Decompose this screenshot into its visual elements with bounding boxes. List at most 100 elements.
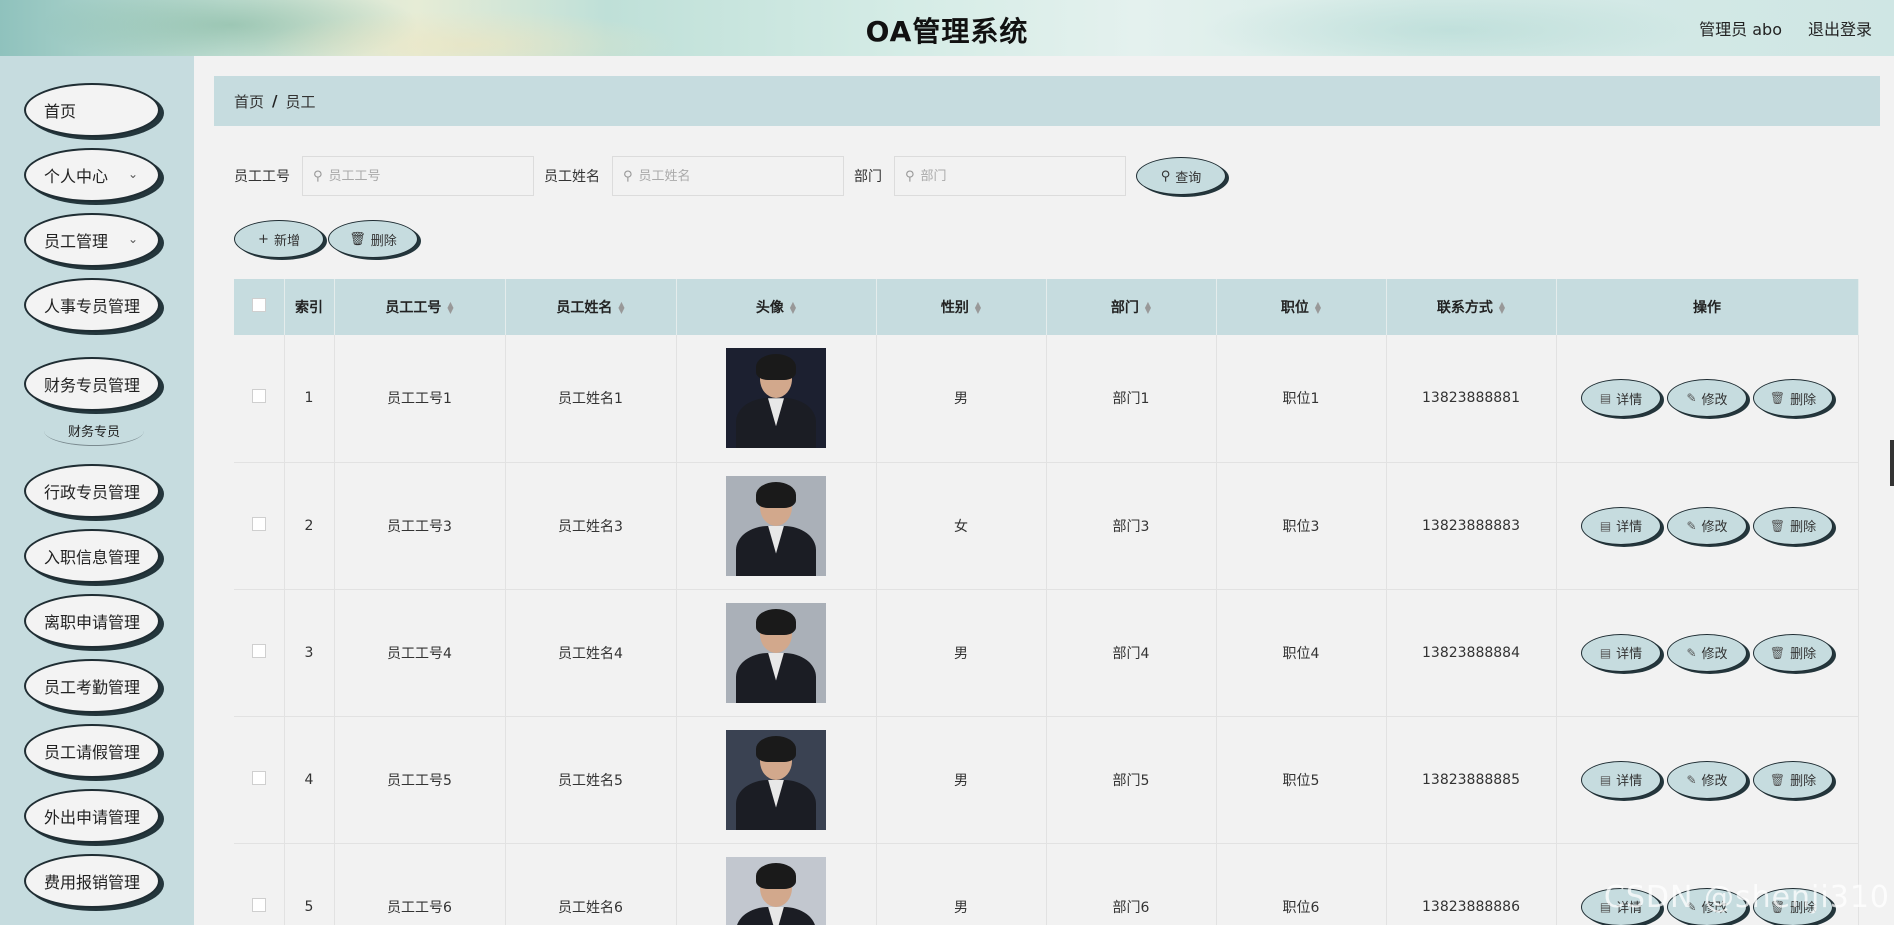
sidebar-item-leave[interactable]: 员工请假管理 (24, 724, 160, 778)
department-field[interactable]: ⚲ (894, 156, 1126, 196)
avatar-cell (676, 589, 877, 717)
employee-table: 索引 员工工号 ▲ ▼ 员工姓名 ▲ ▼ 头像 ▲ ▼ 性别 ▲ ▼ 部门 ▲ ▼ 职位 ▲ ▼ 联系方… (234, 279, 1859, 925)
trash-icon: 🗑 (1769, 391, 1786, 406)
department-cell: 部门5 (1046, 716, 1217, 844)
row-actions: ▤ 详情 ✎ 修改 🗑 删除 (1557, 760, 1858, 799)
detail-button[interactable]: ▤ 详情 (1581, 506, 1661, 545)
column-header-index: 索引 (284, 279, 335, 335)
avatar-cell (676, 462, 877, 590)
delete-button[interactable]: 🗑 删除 (1753, 760, 1833, 799)
row-checkbox[interactable] (251, 643, 266, 658)
edit-button[interactable]: ✎ 修改 (1667, 760, 1747, 799)
trash-icon: 🗑 (1769, 645, 1786, 660)
detail-button-label: 详情 (1616, 774, 1643, 789)
trash-icon: 🗑 (1769, 772, 1786, 787)
sidebar-item-attendance[interactable]: 员工考勤管理 (24, 659, 160, 713)
actions-cell: ▤ 详情 ✎ 修改 🗑 删除 (1556, 716, 1859, 844)
sort-icon[interactable]: ▲ ▼ (1499, 301, 1505, 315)
sort-icon[interactable]: ▲ ▼ (447, 301, 453, 315)
row-checkbox[interactable] (251, 516, 266, 531)
query-button[interactable]: ⚲ 查询 (1136, 157, 1226, 195)
sidebar-item-expense[interactable]: 费用报销管理 (24, 854, 160, 908)
breadcrumb-home[interactable]: 首页 (234, 91, 264, 112)
gender-cell: 男 (876, 335, 1047, 463)
row-select-cell (234, 589, 285, 717)
sidebar-item-label: 离职申请管理 (44, 613, 141, 632)
sidebar-item-personal-center[interactable]: 个人中心 ⌄ (24, 148, 160, 202)
column-header-label: 性别 (940, 300, 969, 316)
edit-button[interactable]: ✎ 修改 (1667, 379, 1747, 418)
column-header-gender[interactable]: 性别 ▲ ▼ (876, 279, 1047, 335)
column-header-avatar[interactable]: 头像 ▲ ▼ (676, 279, 877, 335)
row-actions: ▤ 详情 ✎ 修改 🗑 删除 (1557, 379, 1858, 418)
position-cell: 职位6 (1216, 843, 1387, 925)
avatar-cell (676, 335, 877, 463)
sidebar-item-admin-management[interactable]: 行政专员管理 (24, 464, 160, 518)
row-checkbox[interactable] (251, 770, 266, 785)
delete-button-label: 删除 (1790, 392, 1817, 408)
delete-button[interactable]: 🗑 删除 (1753, 506, 1833, 545)
sort-icon[interactable]: ▲ ▼ (1315, 301, 1321, 315)
department-input[interactable] (920, 168, 1111, 184)
column-header-phone[interactable]: 联系方式 ▲ ▼ (1386, 279, 1557, 335)
sidebar-item-hr-management[interactable]: 人事专员管理 (24, 278, 160, 332)
avatar (726, 475, 826, 576)
column-header-position[interactable]: 职位 ▲ ▼ (1216, 279, 1387, 335)
add-button[interactable]: + 新增 (234, 220, 324, 258)
employee-id-field[interactable]: ⚲ (302, 156, 534, 196)
table-row[interactable]: 3 员工工号4 员工姓名4 男部门4 职位4 13823888884 ▤ 详情 ✎ 修改 🗑 删除 (234, 589, 1859, 717)
detail-button[interactable]: ▤ 详情 (1581, 633, 1661, 672)
delete-button[interactable]: 🗑 删除 (1753, 379, 1833, 418)
employee-name-field[interactable]: ⚲ (612, 156, 844, 196)
logout-link[interactable]: 退出登录 (1808, 16, 1872, 40)
table-row[interactable]: 2 员工工号3 员工姓名3 女部门3 职位3 13823888883 ▤ 详情 ✎ 修改 🗑 删除 (234, 462, 1859, 590)
sort-icon[interactable]: ▲ ▼ (790, 301, 796, 315)
submenu-item-finance-staff[interactable]: 财务专员 (44, 416, 144, 446)
employee-id-cell: 员工工号6 (334, 843, 506, 925)
sidebar-item-onboarding[interactable]: 入职信息管理 (24, 529, 160, 583)
column-header-employee-name[interactable]: 员工姓名 ▲ ▼ (505, 279, 677, 335)
sort-icon[interactable]: ▲ ▼ (618, 301, 624, 315)
search-icon: ⚲ (623, 168, 633, 184)
batch-delete-button[interactable]: 🗑 删除 (328, 220, 418, 258)
sidebar-item-outing[interactable]: 外出申请管理 (24, 789, 160, 843)
delete-button-label: 删除 (1790, 520, 1817, 535)
table-row[interactable]: 4 员工工号5 员工姓名5 男部门5 职位5 13823888885 ▤ 详情 ✎ 修改 🗑 删除 (234, 716, 1859, 844)
edit-button-label: 修改 (1701, 520, 1728, 535)
row-select-cell (234, 462, 285, 590)
sort-icon[interactable]: ▲ ▼ (1145, 301, 1151, 315)
edit-button[interactable]: ✎ 修改 (1667, 633, 1747, 672)
index-cell: 1 (284, 335, 335, 463)
phone-cell: 13823888881 (1386, 335, 1557, 463)
select-all-checkbox[interactable] (251, 298, 266, 312)
edit-button[interactable]: ✎ 修改 (1667, 506, 1747, 545)
row-checkbox[interactable] (251, 389, 266, 404)
sidebar-item-label: 员工请假管理 (44, 743, 141, 762)
scrollbar-thumb[interactable] (1890, 440, 1894, 486)
sidebar-item-resignation[interactable]: 离职申请管理 (24, 594, 160, 648)
sort-icon[interactable]: ▲ ▼ (975, 301, 981, 315)
plus-icon: + (258, 231, 269, 247)
edit-button-label: 修改 (1701, 774, 1728, 789)
sidebar-item-finance-management[interactable]: 财务专员管理 (24, 357, 160, 411)
department-cell: 部门6 (1046, 843, 1217, 925)
column-header-employee-id[interactable]: 员工工号 ▲ ▼ (334, 279, 506, 335)
department-label: 部门 (854, 169, 882, 185)
detail-button[interactable]: ▤ 详情 (1581, 760, 1661, 799)
sidebar-item-employee-management[interactable]: 员工管理 ⌄ (24, 213, 160, 267)
document-icon: ▤ (1599, 391, 1612, 406)
column-header-department[interactable]: 部门 ▲ ▼ (1046, 279, 1217, 335)
top-header: OA管理系统 管理员 abo 退出登录 (0, 0, 1894, 56)
employee-id-input[interactable] (328, 168, 519, 184)
employee-id-cell: 员工工号1 (334, 335, 506, 463)
column-header-label: 员工姓名 (556, 300, 613, 316)
phone-cell: 13823888886 (1386, 843, 1557, 925)
table-row[interactable]: 1 员工工号1 员工姓名1 男部门1 职位1 13823888881 ▤ 详情 ✎ 修改 🗑 删除 (234, 335, 1859, 463)
row-checkbox[interactable] (251, 897, 266, 912)
app-title: OA管理系统 (865, 15, 1029, 48)
detail-button[interactable]: ▤ 详情 (1581, 379, 1661, 418)
index-cell: 4 (284, 716, 335, 844)
employee-name-input[interactable] (638, 168, 829, 184)
delete-button[interactable]: 🗑 删除 (1753, 633, 1833, 672)
sidebar-item-home[interactable]: 首页 (24, 83, 160, 137)
